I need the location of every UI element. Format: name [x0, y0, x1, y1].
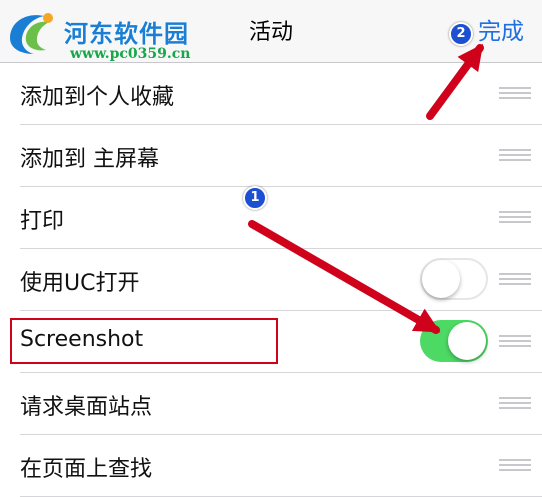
annotation-arrows	[248, 43, 484, 334]
arrow-to-done-button	[426, 43, 484, 120]
step-2-badge: 2	[449, 22, 473, 46]
step-1-badge: 1	[243, 186, 267, 210]
arrow-to-screenshot-toggle	[248, 220, 441, 334]
